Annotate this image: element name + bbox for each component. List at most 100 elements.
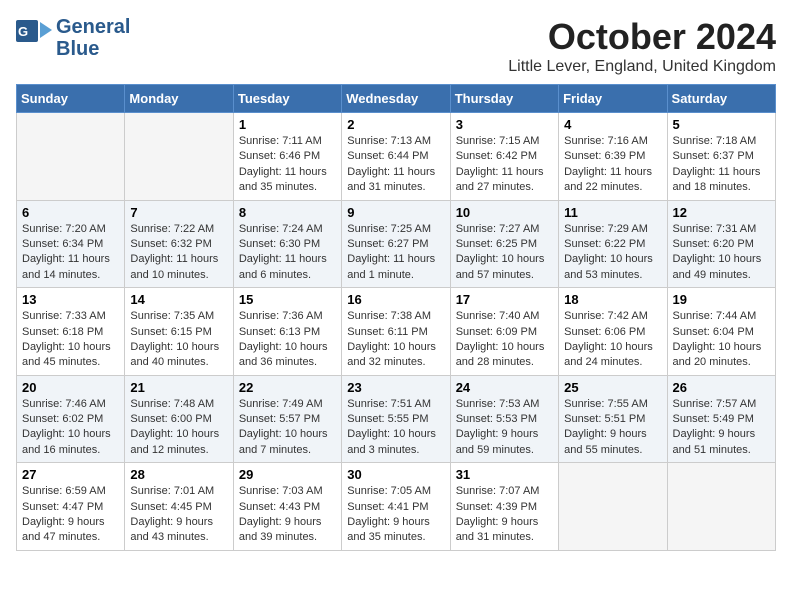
day-number: 26: [673, 380, 770, 395]
day-number: 1: [239, 117, 336, 132]
calendar-week-row: 13Sunrise: 7:33 AMSunset: 6:18 PMDayligh…: [17, 288, 776, 376]
day-info: Sunrise: 7:55 AMSunset: 5:51 PMDaylight:…: [564, 397, 661, 459]
logo-icon: G: [16, 20, 52, 56]
calendar-cell: 24Sunrise: 7:53 AMSunset: 5:53 PMDayligh…: [450, 375, 558, 463]
day-info: Sunrise: 7:33 AMSunset: 6:18 PMDaylight:…: [22, 309, 119, 371]
calendar-cell: 8 Sunrise: 7:24 AMSunset: 6:30 PMDaylight…: [233, 200, 341, 288]
day-number: 22: [239, 380, 336, 395]
day-info: Sunrise: 7:27 AMSunset: 6:25 PMDaylight:…: [456, 222, 553, 284]
day-number: 18: [564, 292, 661, 307]
calendar-cell: [559, 463, 667, 551]
calendar-cell: 4Sunrise: 7:16 AMSunset: 6:39 PMDaylight…: [559, 113, 667, 201]
calendar-week-row: 6 Sunrise: 7:20 AMSunset: 6:34 PMDaylight…: [17, 200, 776, 288]
logo: G General Blue: [16, 16, 130, 60]
calendar-cell: 19Sunrise: 7:44 AMSunset: 6:04 PMDayligh…: [667, 288, 775, 376]
calendar-cell: 25Sunrise: 7:55 AMSunset: 5:51 PMDayligh…: [559, 375, 667, 463]
day-info: Sunrise: 7:22 AMSunset: 6:32 PMDaylight:…: [130, 222, 227, 284]
day-number: 28: [130, 467, 227, 482]
column-header-tuesday: Tuesday: [233, 85, 341, 113]
day-info: Sunrise: 7:07 AMSunset: 4:39 PMDaylight:…: [456, 484, 553, 546]
column-header-sunday: Sunday: [17, 85, 125, 113]
calendar-cell: 7Sunrise: 7:22 AMSunset: 6:32 PMDaylight…: [125, 200, 233, 288]
day-number: 8: [239, 205, 336, 220]
day-number: 27: [22, 467, 119, 482]
day-number: 12: [673, 205, 770, 220]
column-header-friday: Friday: [559, 85, 667, 113]
day-info: Sunrise: 7:01 AMSunset: 4:45 PMDaylight:…: [130, 484, 227, 546]
day-number: 19: [673, 292, 770, 307]
calendar-cell: 11 Sunrise: 7:29 AMSunset: 6:22 PMDayligh…: [559, 200, 667, 288]
day-info: Sunrise: 7:51 AMSunset: 5:55 PMDaylight:…: [347, 397, 444, 459]
day-info: Sunrise: 7:31 AMSunset: 6:20 PMDaylight:…: [673, 222, 770, 284]
column-header-wednesday: Wednesday: [342, 85, 450, 113]
day-number: 21: [130, 380, 227, 395]
calendar-header-row: SundayMondayTuesdayWednesdayThursdayFrid…: [17, 85, 776, 113]
logo-line2: Blue: [56, 38, 130, 60]
calendar-cell: 23 Sunrise: 7:51 AMSunset: 5:55 PMDayligh…: [342, 375, 450, 463]
calendar-cell: 3Sunrise: 7:15 AMSunset: 6:42 PMDaylight…: [450, 113, 558, 201]
day-number: 31: [456, 467, 553, 482]
calendar-cell: 16Sunrise: 7:38 AMSunset: 6:11 PMDayligh…: [342, 288, 450, 376]
calendar-cell: 2Sunrise: 7:13 AMSunset: 6:44 PMDaylight…: [342, 113, 450, 201]
calendar-cell: 30 Sunrise: 7:05 AMSunset: 4:41 PMDayligh…: [342, 463, 450, 551]
day-number: 6: [22, 205, 119, 220]
calendar-cell: 20Sunrise: 7:46 AMSunset: 6:02 PMDayligh…: [17, 375, 125, 463]
calendar-cell: 21 Sunrise: 7:48 AMSunset: 6:00 PMDayligh…: [125, 375, 233, 463]
day-info: Sunrise: 7:48 AMSunset: 6:00 PMDaylight:…: [130, 397, 227, 459]
day-number: 2: [347, 117, 444, 132]
day-number: 11: [564, 205, 661, 220]
day-info: Sunrise: 7:24 AMSunset: 6:30 PMDaylight:…: [239, 222, 336, 284]
day-info: Sunrise: 7:11 AMSunset: 6:46 PMDaylight:…: [239, 134, 336, 196]
calendar-cell: 10 Sunrise: 7:27 AMSunset: 6:25 PMDayligh…: [450, 200, 558, 288]
day-number: 10: [456, 205, 553, 220]
day-info: Sunrise: 7:35 AMSunset: 6:15 PMDaylight:…: [130, 309, 227, 371]
column-header-saturday: Saturday: [667, 85, 775, 113]
calendar-week-row: 27 Sunrise: 6:59 AMSunset: 4:47 PMDayligh…: [17, 463, 776, 551]
day-info: Sunrise: 7:49 AMSunset: 5:57 PMDaylight:…: [239, 397, 336, 459]
column-header-monday: Monday: [125, 85, 233, 113]
day-number: 29: [239, 467, 336, 482]
day-info: Sunrise: 7:16 AMSunset: 6:39 PMDaylight:…: [564, 134, 661, 196]
calendar-cell: 26 Sunrise: 7:57 AMSunset: 5:49 PMDayligh…: [667, 375, 775, 463]
day-number: 5: [673, 117, 770, 132]
calendar-table: SundayMondayTuesdayWednesdayThursdayFrid…: [16, 84, 776, 551]
day-number: 23: [347, 380, 444, 395]
day-number: 16: [347, 292, 444, 307]
title-block: October 2024 Little Lever, England, Unit…: [508, 16, 776, 76]
day-number: 14: [130, 292, 227, 307]
day-info: Sunrise: 7:15 AMSunset: 6:42 PMDaylight:…: [456, 134, 553, 196]
calendar-cell: 1 Sunrise: 7:11 AMSunset: 6:46 PMDaylight…: [233, 113, 341, 201]
calendar-cell: 15Sunrise: 7:36 AMSunset: 6:13 PMDayligh…: [233, 288, 341, 376]
calendar-week-row: 1 Sunrise: 7:11 AMSunset: 6:46 PMDaylight…: [17, 113, 776, 201]
calendar-cell: 31 Sunrise: 7:07 AMSunset: 4:39 PMDayligh…: [450, 463, 558, 551]
calendar-cell: 22 Sunrise: 7:49 AMSunset: 5:57 PMDayligh…: [233, 375, 341, 463]
column-header-thursday: Thursday: [450, 85, 558, 113]
calendar-cell: 12 Sunrise: 7:31 AMSunset: 6:20 PMDayligh…: [667, 200, 775, 288]
day-number: 9: [347, 205, 444, 220]
day-number: 17: [456, 292, 553, 307]
calendar-cell: 27 Sunrise: 6:59 AMSunset: 4:47 PMDayligh…: [17, 463, 125, 551]
day-info: Sunrise: 7:20 AMSunset: 6:34 PMDaylight:…: [22, 222, 119, 284]
location: Little Lever, England, United Kingdom: [508, 58, 776, 76]
day-info: Sunrise: 6:59 AMSunset: 4:47 PMDaylight:…: [22, 484, 119, 546]
month-title: October 2024: [508, 16, 776, 58]
day-info: Sunrise: 7:40 AMSunset: 6:09 PMDaylight:…: [456, 309, 553, 371]
calendar-cell: 17 Sunrise: 7:40 AMSunset: 6:09 PMDayligh…: [450, 288, 558, 376]
calendar-cell: [667, 463, 775, 551]
day-info: Sunrise: 7:25 AMSunset: 6:27 PMDaylight:…: [347, 222, 444, 284]
day-info: Sunrise: 7:03 AMSunset: 4:43 PMDaylight:…: [239, 484, 336, 546]
calendar-cell: 9 Sunrise: 7:25 AMSunset: 6:27 PMDaylight…: [342, 200, 450, 288]
day-info: Sunrise: 7:57 AMSunset: 5:49 PMDaylight:…: [673, 397, 770, 459]
calendar-cell: 13Sunrise: 7:33 AMSunset: 6:18 PMDayligh…: [17, 288, 125, 376]
day-info: Sunrise: 7:05 AMSunset: 4:41 PMDaylight:…: [347, 484, 444, 546]
day-info: Sunrise: 7:36 AMSunset: 6:13 PMDaylight:…: [239, 309, 336, 371]
day-info: Sunrise: 7:42 AMSunset: 6:06 PMDaylight:…: [564, 309, 661, 371]
day-info: Sunrise: 7:53 AMSunset: 5:53 PMDaylight:…: [456, 397, 553, 459]
day-info: Sunrise: 7:46 AMSunset: 6:02 PMDaylight:…: [22, 397, 119, 459]
day-number: 30: [347, 467, 444, 482]
calendar-week-row: 20Sunrise: 7:46 AMSunset: 6:02 PMDayligh…: [17, 375, 776, 463]
calendar-cell: 14 Sunrise: 7:35 AMSunset: 6:15 PMDayligh…: [125, 288, 233, 376]
day-info: Sunrise: 7:29 AMSunset: 6:22 PMDaylight:…: [564, 222, 661, 284]
calendar-cell: 6 Sunrise: 7:20 AMSunset: 6:34 PMDaylight…: [17, 200, 125, 288]
page-header: G General Blue October 2024 Little Lever…: [16, 16, 776, 76]
